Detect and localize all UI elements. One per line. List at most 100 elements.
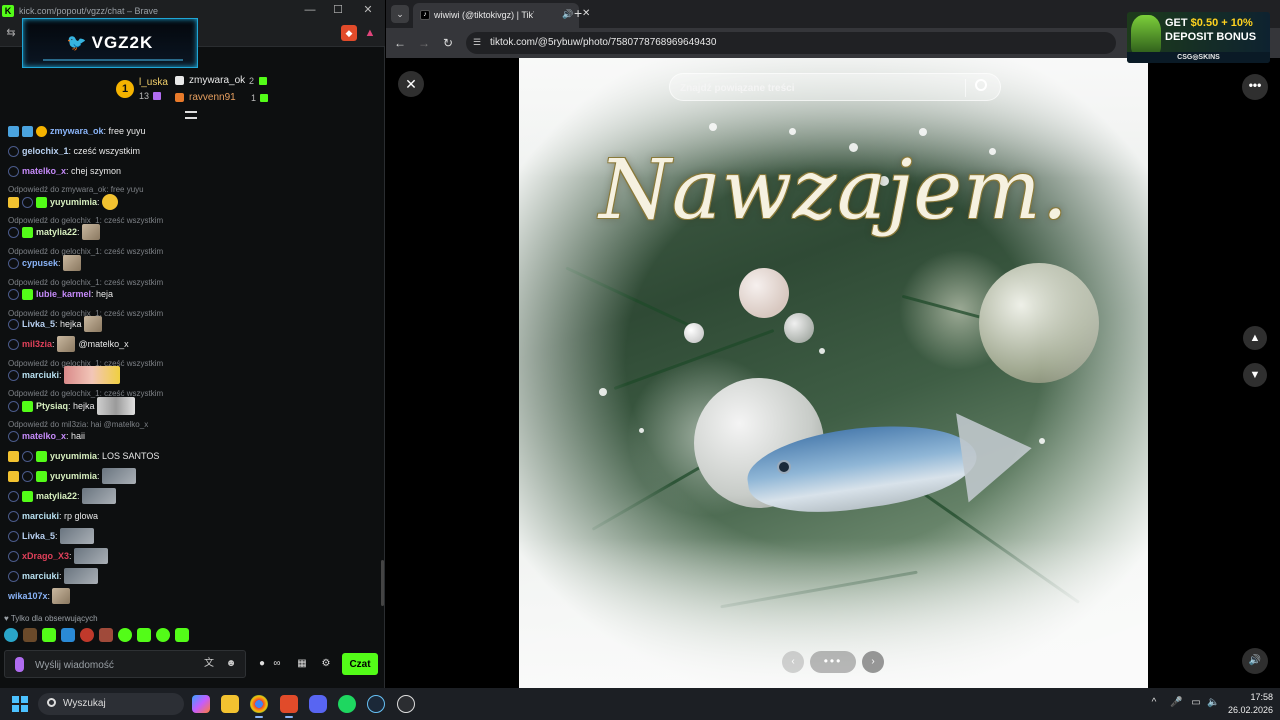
leader-third-name[interactable]: ravvenn91 [189, 92, 236, 103]
emote-icon[interactable] [42, 628, 56, 642]
emote-icon[interactable] [61, 628, 75, 642]
brave-rewards-icon[interactable]: ▲ [362, 25, 378, 41]
infinity-icon[interactable]: ∞ [270, 657, 284, 671]
leader-first-count: 13 [139, 91, 150, 101]
close-window-button[interactable]: ✕ [353, 0, 383, 21]
close-viewer-button[interactable]: ✕ [398, 71, 424, 97]
tab-search-button[interactable]: ⌄ [391, 5, 409, 23]
chat-username[interactable]: marciuki [22, 511, 59, 521]
volume-button[interactable]: 🔊 [1242, 648, 1268, 674]
search-icon[interactable] [975, 79, 987, 91]
ring-badge-icon [8, 510, 19, 522]
chat-username[interactable]: yuyumimia [50, 197, 97, 207]
tab-tiktok[interactable]: ♪ wiwiwi (@tiktokivgz) | TikTo 🔊 ✕ [413, 3, 590, 28]
more-options-button[interactable]: ••• [1242, 74, 1268, 100]
back-button[interactable]: ← [392, 35, 408, 51]
emote-icon[interactable] [175, 628, 189, 642]
chat-username[interactable]: Livka_5 [22, 531, 55, 541]
store-icon[interactable]: ▦ [295, 657, 309, 671]
csgo-skins-ad[interactable]: GET $0.50 + 10% DEPOSIT BONUS CSG◎SKINS [1127, 12, 1270, 63]
chat-message: yuyumimia : LOS SANTOS [8, 448, 159, 464]
chat-mention[interactable]: @matelko_x [79, 339, 129, 349]
chat-text: : [77, 491, 80, 501]
previous-post-button[interactable]: ▲ [1243, 326, 1267, 350]
chat-username[interactable]: xDrago_X3 [22, 551, 69, 561]
brave-shield-icon[interactable]: ◆ [341, 25, 357, 41]
new-tab-button[interactable]: + [574, 5, 582, 21]
spotify-icon[interactable] [338, 695, 356, 713]
emote-icon[interactable] [137, 628, 151, 642]
chat-text: : free yuyu [103, 126, 146, 136]
translate-icon[interactable]: 文 [203, 658, 215, 670]
chat-username[interactable]: gelochix_1 [22, 146, 69, 156]
maximize-button[interactable]: ☐ [323, 0, 353, 21]
photo-post[interactable]: Nawzajem. [519, 58, 1148, 688]
windows-start-icon[interactable] [12, 696, 28, 712]
points-icon[interactable]: ● [255, 657, 269, 671]
cat-emote-icon [83, 316, 102, 332]
chat-message-input[interactable] [35, 656, 195, 674]
collapse-handle-icon[interactable] [185, 111, 197, 119]
microphone-icon[interactable] [15, 657, 24, 672]
related-search-box [669, 73, 1001, 101]
file-explorer-icon[interactable] [221, 695, 239, 713]
chat-username[interactable]: marciuki [22, 571, 59, 581]
emoji-picker-icon[interactable]: ☻ [225, 658, 237, 670]
clock-time[interactable]: 17:58 [1243, 692, 1273, 702]
chat-username[interactable]: cypusek [22, 258, 58, 268]
tab-close-icon[interactable]: ✕ [582, 8, 590, 19]
microphone-icon[interactable]: 🎤 [1170, 697, 1182, 709]
related-search-input[interactable] [680, 80, 950, 96]
chat-username[interactable]: Ptysiaq [36, 401, 68, 411]
chat-username[interactable]: matylia22 [36, 227, 77, 237]
chat-username[interactable]: yuyumimia [50, 451, 97, 461]
sub-badge-icon [22, 125, 33, 137]
display-icon[interactable]: ▭ [1190, 697, 1202, 709]
speaker-icon[interactable]: 🔊 [562, 9, 573, 20]
leader-second-name[interactable]: zmywara_ok [189, 75, 245, 86]
url-field[interactable]: ☰ tiktok.com/@5rybuw/photo/7580778768969… [466, 32, 1116, 54]
brave-icon[interactable] [280, 695, 298, 718]
followers-only-text: Tylko dla obserwujących [10, 614, 98, 623]
emote-icon[interactable] [118, 628, 132, 642]
chat-username[interactable]: mil3zia [22, 339, 52, 349]
next-post-button[interactable]: ▼ [1243, 363, 1267, 387]
emote-icon[interactable] [23, 628, 37, 642]
previous-photo-button[interactable]: ‹ [782, 651, 804, 673]
obs-icon[interactable] [397, 695, 415, 713]
chat-message: Ptysiaq : hejka [8, 397, 135, 415]
chat-username[interactable]: matylia22 [36, 491, 77, 501]
chat-username[interactable]: lubie_karmel [36, 289, 91, 299]
clock-date[interactable]: 26.02.2026 [1223, 705, 1273, 715]
chat-text: : [77, 227, 80, 237]
site-info-icon[interactable]: ☰ [473, 37, 481, 48]
tray-overflow-icon[interactable]: ^ [1148, 697, 1160, 709]
emote-icon[interactable] [4, 628, 18, 642]
leader-first-name[interactable]: l_uska [139, 77, 168, 88]
chat-username[interactable]: marciuki [22, 370, 59, 380]
crown-badge-icon [8, 450, 19, 462]
settings-gear-icon[interactable]: ⚙ [319, 657, 333, 671]
discord-icon[interactable] [309, 695, 327, 713]
taskbar-search[interactable]: Wyszukaj [38, 693, 184, 715]
emote-icon[interactable] [99, 628, 113, 642]
copilot-icon[interactable] [192, 695, 210, 713]
send-chat-button[interactable]: Czat [342, 653, 378, 675]
reload-button[interactable]: ↻ [440, 35, 456, 51]
chat-username[interactable]: Livka_5 [22, 319, 55, 329]
emote-icon[interactable] [80, 628, 94, 642]
chat-username[interactable]: yuyumimia [50, 471, 97, 481]
chat-username[interactable]: matelko_x [22, 431, 66, 441]
chat-scrollbar[interactable] [381, 560, 384, 606]
chat-username[interactable]: wika107x [8, 591, 48, 601]
volume-icon[interactable]: 🔈 [1207, 697, 1219, 709]
chat-username[interactable]: matelko_x [22, 166, 66, 176]
minimize-button[interactable]: — [295, 0, 325, 21]
site-settings-icon[interactable]: ⇆ [3, 25, 19, 41]
chat-username[interactable]: zmywara_ok [50, 126, 104, 136]
next-photo-button[interactable]: › [862, 651, 884, 673]
forward-button[interactable]: → [416, 35, 432, 51]
emote-icon[interactable] [156, 628, 170, 642]
steam-icon[interactable] [367, 695, 385, 713]
chrome-icon[interactable] [250, 695, 268, 718]
